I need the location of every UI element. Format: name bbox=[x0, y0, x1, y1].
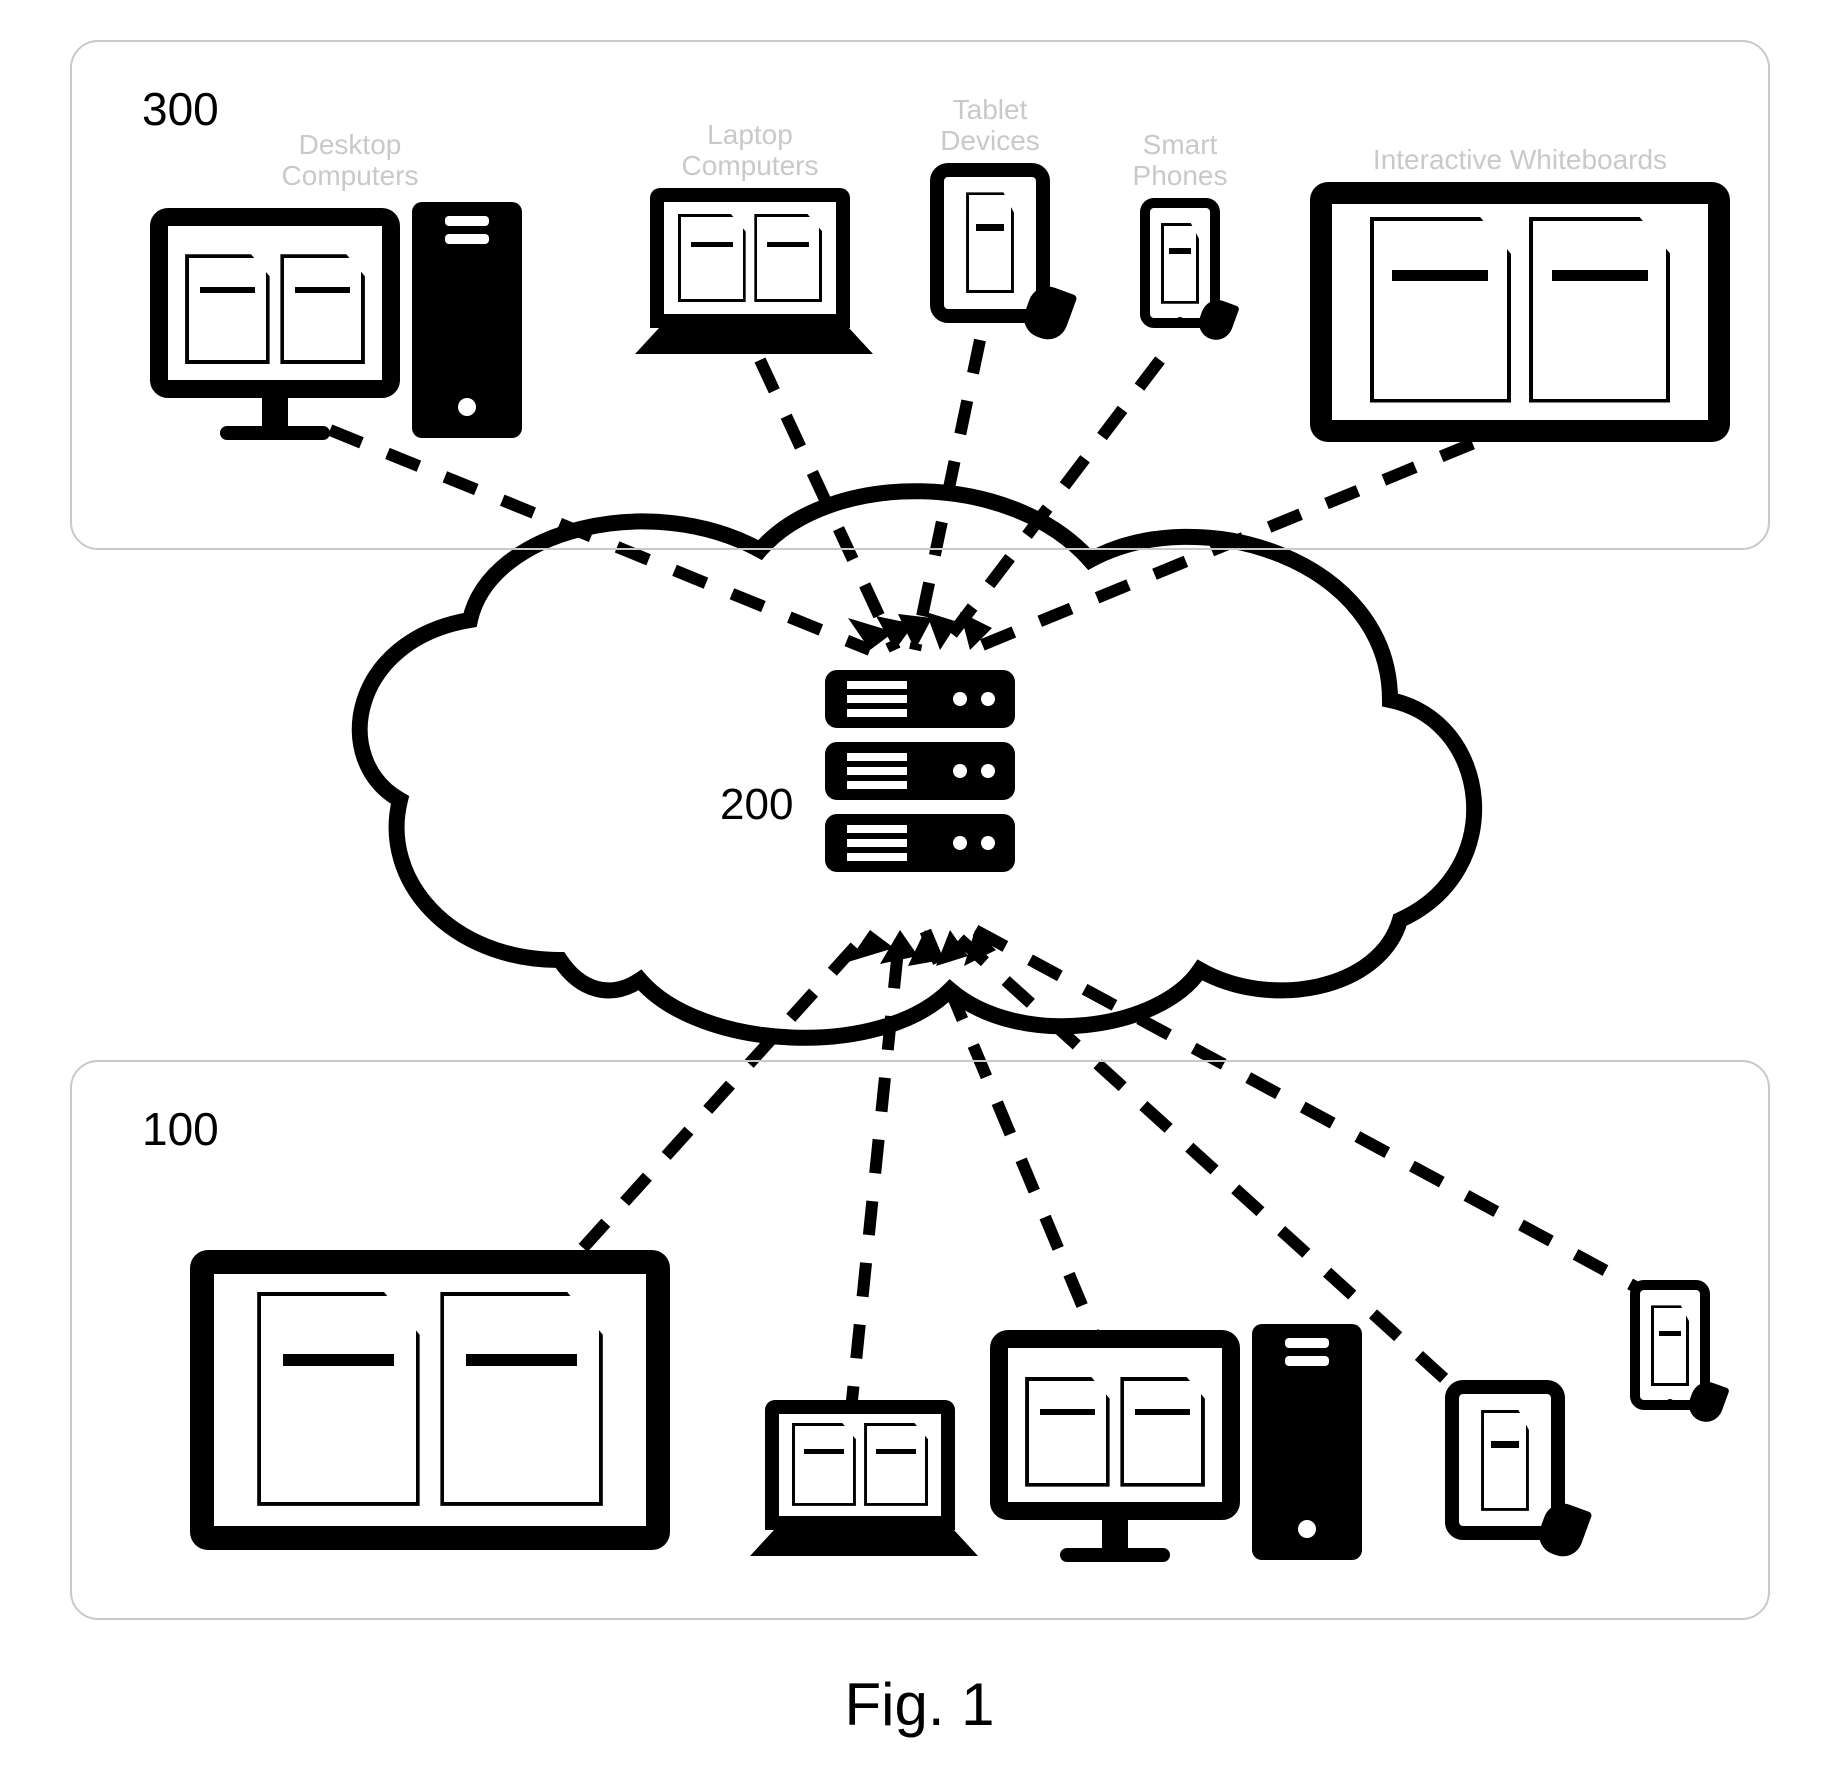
device-phone-bottom bbox=[1610, 1280, 1730, 1410]
device-phone: Smart Phones bbox=[1110, 130, 1250, 328]
ref-100: 100 bbox=[142, 1102, 219, 1156]
figure-stage: 300 100 200 Desktop Computers Laptop Com… bbox=[0, 0, 1839, 1769]
device-laptop: Laptop Computers bbox=[620, 120, 880, 354]
ref-300: 300 bbox=[142, 82, 219, 136]
tower-icon bbox=[412, 202, 522, 438]
device-whiteboard: Interactive Whiteboards bbox=[1300, 145, 1740, 442]
server-unit-icon bbox=[825, 670, 1015, 728]
device-tablet: Tablet Devices bbox=[910, 95, 1070, 323]
device-desktop-bottom bbox=[990, 1320, 1390, 1600]
label-laptop: Laptop Computers bbox=[620, 120, 880, 182]
label-whiteboard: Interactive Whiteboards bbox=[1300, 145, 1740, 176]
tower-icon bbox=[1252, 1324, 1362, 1560]
device-desktop: Desktop Computers bbox=[150, 130, 550, 458]
label-phone: Smart Phones bbox=[1110, 130, 1250, 192]
device-laptop-bottom bbox=[740, 1400, 980, 1556]
server-stack-icon bbox=[825, 670, 1015, 872]
device-tablet-bottom bbox=[1430, 1380, 1580, 1540]
label-tablet: Tablet Devices bbox=[910, 95, 1070, 157]
ref-200: 200 bbox=[720, 780, 793, 830]
device-whiteboard-bottom bbox=[190, 1250, 690, 1550]
server-unit-icon bbox=[825, 814, 1015, 872]
server-unit-icon bbox=[825, 742, 1015, 800]
figure-caption: Fig. 1 bbox=[0, 1670, 1839, 1739]
label-desktop: Desktop Computers bbox=[150, 130, 550, 192]
